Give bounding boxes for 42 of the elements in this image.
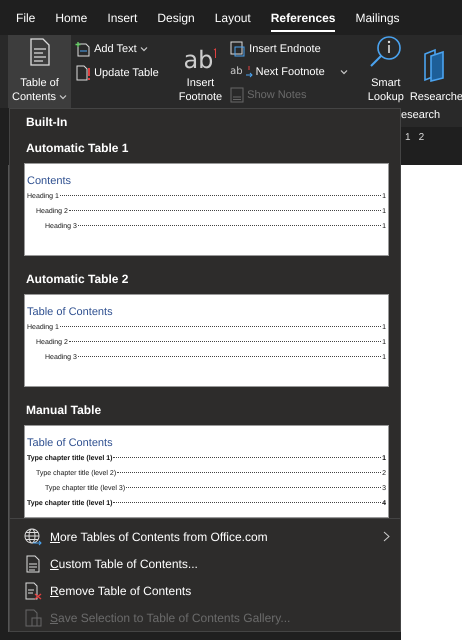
ruler-number: 1 bbox=[405, 132, 411, 142]
ribbon-button[interactable]: Update Table bbox=[75, 62, 159, 84]
superscript-mark-icon bbox=[213, 48, 218, 58]
section-header: Built-In bbox=[25, 115, 68, 131]
endnote-icon bbox=[230, 40, 246, 56]
remove-document-icon bbox=[24, 582, 42, 600]
ribbon-tab[interactable]: Layout bbox=[214, 3, 251, 32]
ribbon-button[interactable]: Add Text bbox=[75, 38, 159, 60]
magnifier-icon bbox=[368, 35, 403, 68]
menu-item[interactable]: Custom Table of Contents... bbox=[10, 550, 400, 577]
table-of-contents-button[interactable]: Table of Contents bbox=[8, 35, 72, 108]
ruler-number: 2 bbox=[418, 132, 424, 142]
caret-icon bbox=[59, 94, 68, 100]
arrow-icon bbox=[246, 64, 253, 78]
gallery-title: Automatic Table 1 bbox=[25, 140, 130, 157]
globe-icon bbox=[24, 528, 42, 546]
footnote-icon-letters: ab bbox=[230, 66, 243, 76]
ribbon-tab[interactable]: File bbox=[16, 3, 36, 32]
gallery-title: Automatic Table 2 bbox=[25, 271, 130, 288]
menu-item[interactable]: Remove Table of Contents bbox=[10, 577, 400, 604]
document-icon bbox=[28, 38, 51, 66]
add-text-icon bbox=[75, 41, 92, 57]
gallery-title: Manual Table bbox=[25, 402, 102, 419]
preview-heading: Contents bbox=[27, 175, 72, 187]
ribbon-tab[interactable]: Home bbox=[55, 3, 88, 32]
ribbon-tab[interactable]: Insert bbox=[107, 3, 138, 32]
group-label: esearch bbox=[401, 108, 462, 127]
insert-footnote-button[interactable]: ab Insert Footnote bbox=[174, 35, 226, 108]
ribbon-button[interactable]: Insert Endnote bbox=[230, 38, 348, 59]
footnote-icon-letters: ab bbox=[183, 48, 214, 72]
ribbon-tab[interactable]: References bbox=[270, 3, 336, 32]
ribbon-button[interactable]: Smart Lookup bbox=[364, 35, 406, 108]
document-icon bbox=[24, 554, 42, 572]
show-notes-icon bbox=[230, 86, 244, 102]
menu-item[interactable]: More Tables of Contents from Office.com bbox=[10, 523, 400, 550]
ribbon-tab[interactable]: Design bbox=[157, 3, 195, 32]
preview-heading: Table of Contents bbox=[27, 306, 114, 318]
ribbon-button[interactable]: ab Next Footnote bbox=[230, 61, 348, 82]
preview-heading: Table of Contents bbox=[27, 437, 114, 449]
save-document-icon bbox=[24, 608, 42, 626]
update-table-icon bbox=[75, 65, 92, 81]
ribbon-tab[interactable]: Mailings bbox=[355, 3, 400, 32]
